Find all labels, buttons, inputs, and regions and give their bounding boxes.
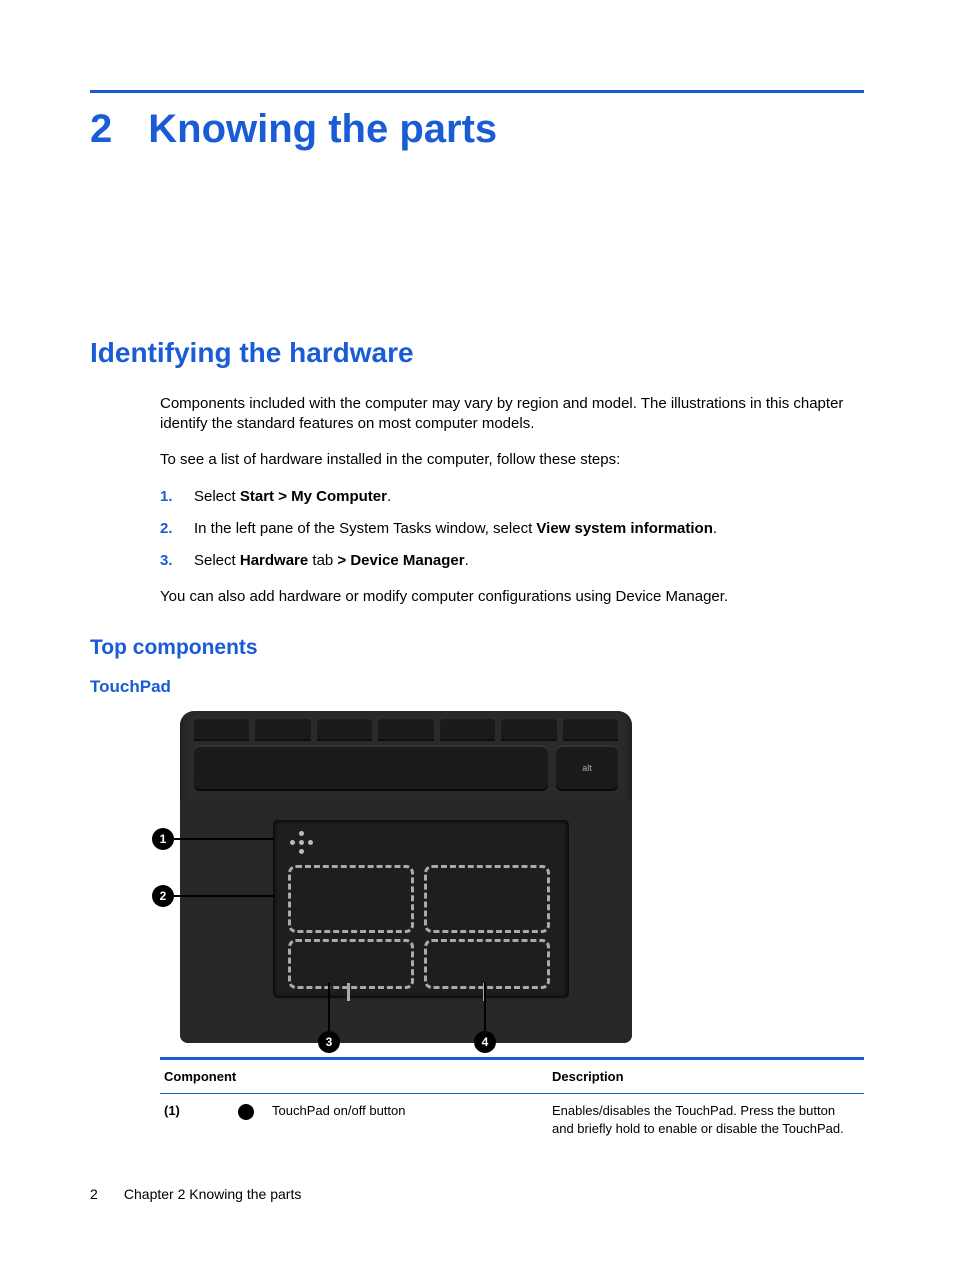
step-text-mid: tab xyxy=(308,552,337,569)
footer-chapter-label: Chapter 2 Knowing the parts xyxy=(124,1186,301,1202)
touchpad-onoff-icon xyxy=(290,831,314,855)
subsection-h2: Top components xyxy=(90,634,864,662)
step-text-pre: Select xyxy=(194,488,240,505)
callout-badge-1: 1 xyxy=(152,828,174,850)
dashed-zone xyxy=(288,865,414,933)
table-cell-name: TouchPad on/off button xyxy=(272,1102,552,1137)
step-text-post: . xyxy=(465,552,469,569)
step-text-pre: Select xyxy=(194,552,240,569)
laptop-body: alt xyxy=(180,711,632,1043)
dot-icon xyxy=(238,1104,254,1120)
dashed-stem xyxy=(347,983,350,1001)
table-cell-icon xyxy=(220,1102,272,1137)
table-cell-desc: Enables/disables the TouchPad. Press the… xyxy=(552,1102,860,1137)
touchpad-illustration: 1 2 3 4 alt xyxy=(160,711,632,1043)
intro-block: Components included with the computer ma… xyxy=(160,394,854,608)
callout-line xyxy=(174,895,274,897)
callout-badge-4: 4 xyxy=(474,1031,496,1053)
subsection-h3: TouchPad xyxy=(90,676,864,699)
spacebar-key xyxy=(194,745,548,791)
section-heading: Identifying the hardware xyxy=(90,334,864,372)
table-row: (1) TouchPad on/off button Enables/disab… xyxy=(160,1094,864,1145)
alt-key: alt xyxy=(556,745,618,791)
intro-paragraph-1: Components included with the computer ma… xyxy=(160,394,854,435)
dashed-zone xyxy=(424,865,550,933)
step-text-post: . xyxy=(713,520,717,537)
step-text-bold: Start > My Computer xyxy=(240,488,387,505)
page-number: 2 xyxy=(90,1185,120,1204)
callout-line xyxy=(174,838,274,840)
step-text-pre: In the left pane of the System Tasks win… xyxy=(194,520,536,537)
step-2: In the left pane of the System Tasks win… xyxy=(160,519,854,539)
chapter-title: Knowing the parts xyxy=(148,109,497,149)
keyboard-row xyxy=(194,719,618,741)
step-text-post: . xyxy=(387,488,391,505)
step-3: Select Hardware tab > Device Manager. xyxy=(160,551,854,571)
page-footer: 2 Chapter 2 Knowing the parts xyxy=(90,1185,301,1204)
step-1: Select Start > My Computer. xyxy=(160,487,854,507)
components-table: Component Description (1) TouchPad on/of… xyxy=(160,1057,864,1146)
step-text-bold2: > Device Manager xyxy=(337,552,464,569)
chapter-number: 2 xyxy=(90,109,112,149)
callout-badge-2: 2 xyxy=(152,885,174,907)
chapter-rule xyxy=(90,90,864,93)
step-text-bold: View system information xyxy=(536,520,712,537)
table-header-component: Component xyxy=(164,1068,552,1086)
step-text-bold: Hardware xyxy=(240,552,308,569)
callout-line xyxy=(484,983,486,1031)
intro-paragraph-2: To see a list of hardware installed in t… xyxy=(160,450,854,470)
table-header-description: Description xyxy=(552,1068,860,1086)
dashed-zone xyxy=(424,939,550,989)
after-steps-paragraph: You can also add hardware or modify comp… xyxy=(160,587,854,607)
table-cell-num: (1) xyxy=(164,1102,220,1137)
callout-line xyxy=(328,983,330,1031)
steps-list: Select Start > My Computer. In the left … xyxy=(160,487,854,572)
chapter-heading: 2 Knowing the parts xyxy=(90,109,864,149)
document-page: 2 Knowing the parts Identifying the hard… xyxy=(0,0,954,1270)
callout-badge-3: 3 xyxy=(318,1031,340,1053)
dashed-zone xyxy=(288,939,414,989)
table-header-row: Component Description xyxy=(160,1060,864,1094)
